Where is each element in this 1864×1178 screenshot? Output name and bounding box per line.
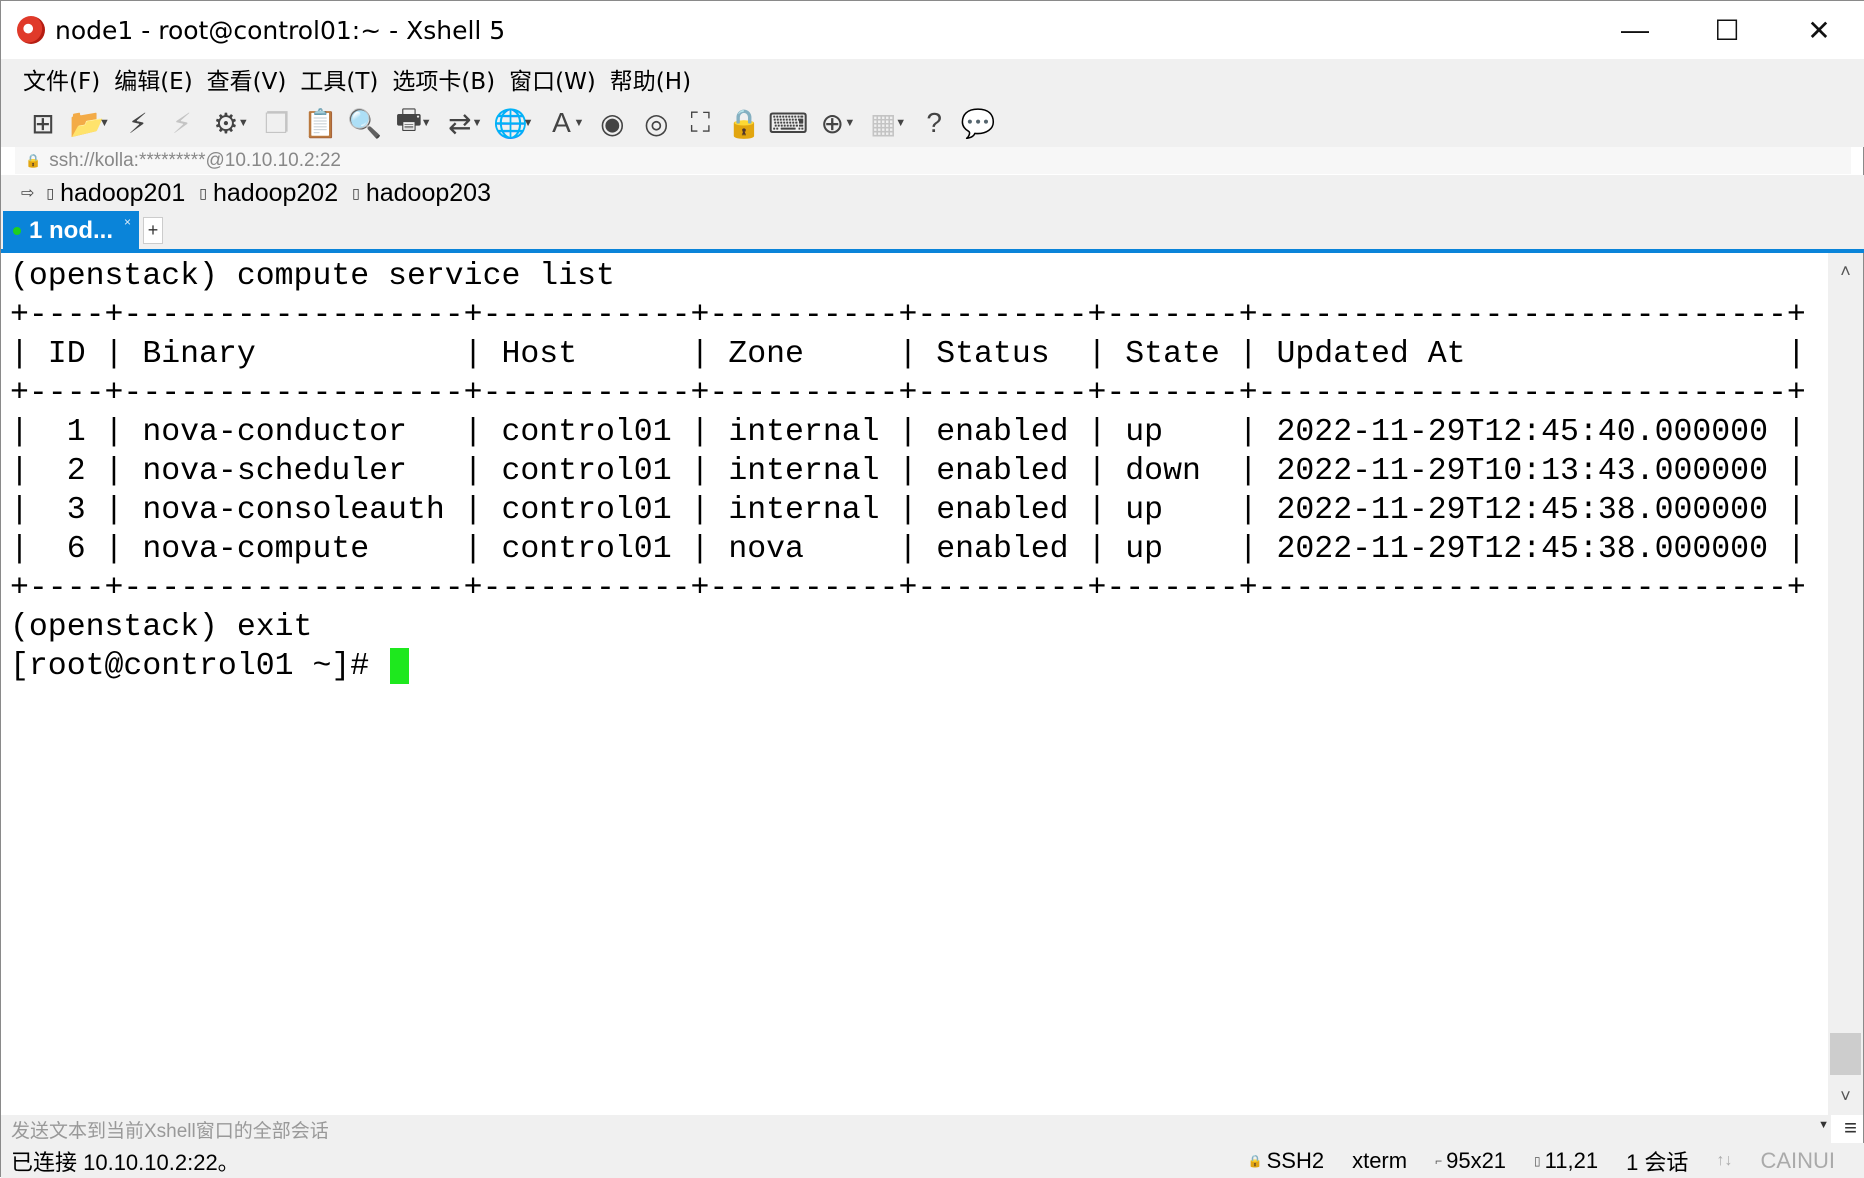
menu-item[interactable]: 工具(T) xyxy=(300,62,378,96)
maximize-button[interactable]: ☐ xyxy=(1681,1,1773,59)
terminal[interactable]: (openstack) compute service list +----+--… xyxy=(1,253,1830,1115)
status-bar: 已连接 10.10.10.2:22。 🔒 SSH2 xterm ⌐ 95x21 ▯ 1… xyxy=(1,1143,1864,1178)
terminal-line: +----+------------------+-----------+---… xyxy=(10,571,1806,606)
menu-item[interactable]: 文件(F) xyxy=(23,62,100,96)
window-title: node1 - root@control01:~ - Xshell 5 xyxy=(55,15,506,45)
title-bar: node1 - root@control01:~ - Xshell 5 — ☐ … xyxy=(1,1,1864,59)
menu-item[interactable]: 选项卡(B) xyxy=(392,62,495,96)
link-label: hadoop201 xyxy=(60,178,186,207)
status-size: 95x21 xyxy=(1446,1147,1507,1173)
lock-icon[interactable]: 🔒 xyxy=(722,103,766,143)
minimize-button[interactable]: — xyxy=(1589,1,1681,59)
links-open-icon[interactable]: ⇨ xyxy=(21,183,34,203)
links-bar: ⇨ ▯ hadoop201 ▯ hadoop202 ▯ hadoop203 xyxy=(1,175,1864,211)
bookmark-icon: ▯ xyxy=(199,184,207,201)
cursor-pos-icon: ▯ xyxy=(1534,1153,1541,1168)
xshell-logo-icon xyxy=(17,16,45,44)
bookmark-icon: ▯ xyxy=(46,184,55,201)
menu-item[interactable]: 查看(V) xyxy=(207,62,287,96)
copy-icon[interactable]: ❐ xyxy=(255,103,299,143)
scroll-thumb[interactable] xyxy=(1830,1033,1861,1075)
connected-dot-icon xyxy=(13,227,21,235)
dropdown-arrow-icon[interactable]: ▼ xyxy=(573,117,584,129)
close-button[interactable]: ✕ xyxy=(1773,1,1864,59)
scroll-up-icon[interactable]: ˄ xyxy=(1828,261,1863,282)
status-term: xterm xyxy=(1352,1147,1408,1173)
status-sessions: 1 会话 xyxy=(1626,1149,1689,1175)
new-tab-button[interactable]: + xyxy=(143,217,163,244)
status-caps: CAINUI xyxy=(1760,1147,1835,1173)
status-connected: 已连接 10.10.10.2:22。 xyxy=(11,1149,240,1175)
chat-icon[interactable]: 💬 xyxy=(956,103,1000,143)
terminal-prompt-line: [root@control01 ~]# xyxy=(10,647,1830,686)
menu-bar: 文件(F) 编辑(E) 查看(V) 工具(T) 选项卡(B) 窗口(W) 帮助(H) xyxy=(1,59,1864,99)
terminal-cursor xyxy=(390,647,410,684)
tab-bar: 1 nod... × + xyxy=(1,211,1864,251)
dropdown-arrow-icon[interactable]: ▼ xyxy=(523,117,534,129)
terminal-line: +----+------------------+-----------+---… xyxy=(10,298,1806,333)
disconnect-icon[interactable]: ⚡ xyxy=(160,103,204,143)
new-session-icon[interactable]: ⊞ xyxy=(21,103,65,143)
dropdown-arrow-icon[interactable]: ▼ xyxy=(844,117,855,129)
link-hadoop203[interactable]: ▯ hadoop203 xyxy=(352,179,491,208)
terminal-line: | 2 | nova-scheduler | control01 | inter… xyxy=(10,454,1806,489)
tab-label: 1 nod... xyxy=(29,217,113,244)
terminal-line: (openstack) exit xyxy=(10,610,313,645)
link-hadoop202[interactable]: ▯ hadoop202 xyxy=(199,179,338,208)
tab-session-1[interactable]: 1 nod... × xyxy=(3,211,139,251)
menu-item[interactable]: 帮助(H) xyxy=(610,62,691,96)
fullscreen-icon[interactable]: ⛶ xyxy=(678,103,722,143)
terminal-line: | 6 | nova-compute | control01 | nova | … xyxy=(10,532,1806,567)
tab-close-icon[interactable]: × xyxy=(124,215,131,229)
help-icon[interactable]: ? xyxy=(912,103,956,143)
reconnect-icon[interactable]: ⚡ xyxy=(116,103,160,143)
keyboard-icon[interactable]: ⌨ xyxy=(766,103,810,143)
terminal-line: (openstack) compute service list xyxy=(10,259,615,294)
link-label: hadoop202 xyxy=(212,178,339,207)
terminal-line: | 3 | nova-consoleauth | control01 | int… xyxy=(10,493,1806,528)
paste-icon[interactable]: 📋 xyxy=(299,103,343,143)
lock-icon: 🔒 xyxy=(25,152,42,168)
terminal-line: | ID | Binary | Host | Zone | Status | S… xyxy=(10,337,1806,372)
compose-dropdown-icon[interactable]: ▼ xyxy=(1818,1119,1829,1131)
dropdown-arrow-icon[interactable]: ▼ xyxy=(421,117,432,129)
bookmark-icon: ▯ xyxy=(352,184,360,201)
address-bar[interactable]: 🔒 ssh://kolla:*********@10.10.10.2:22 xyxy=(15,147,1851,174)
link-hadoop201[interactable]: ▯ hadoop201 xyxy=(46,179,185,208)
status-cursor: 11,21 xyxy=(1544,1147,1599,1173)
terminal-prompt: [root@control01 ~]# xyxy=(10,649,389,684)
lock-icon: 🔒 xyxy=(1247,1153,1263,1168)
menu-item[interactable]: 编辑(E) xyxy=(114,62,192,96)
dropdown-arrow-icon[interactable]: ▼ xyxy=(895,117,906,129)
dropdown-arrow-icon[interactable]: ▼ xyxy=(472,117,483,129)
link-label: hadoop203 xyxy=(365,178,491,207)
compose-menu-icon[interactable]: ≡ xyxy=(1844,1115,1857,1141)
dropdown-arrow-icon[interactable]: ▼ xyxy=(99,117,110,129)
compose-bar-input[interactable]: 发送文本到当前Xshell窗口的全部会话 xyxy=(1,1115,1831,1143)
find-icon[interactable]: 🔍 xyxy=(343,103,387,143)
scroll-down-icon[interactable]: ˅ xyxy=(1828,1086,1863,1107)
address-text: ssh://kolla:*********@10.10.10.2:22 xyxy=(49,149,341,171)
size-icon: ⌐ xyxy=(1435,1153,1443,1168)
menu-item[interactable]: 窗口(W) xyxy=(509,62,596,96)
toolbar: ⊞ 📂 ▼ ⚡ ⚡ ⚙ ▼ ❐ 📋 🔍 🖶 ▼ ⇄ ▼ 🌐 ▼ A ▼ ◉ ◎ ⛶ 🔒 ⌨ ⊕ ▼ ▦ ▼? 💬 xyxy=(1,99,1864,147)
xftp-icon[interactable]: ◉ xyxy=(590,103,634,143)
status-protocol: SSH2 xyxy=(1266,1147,1325,1173)
status-arrows-icon: ↑↓ xyxy=(1716,1151,1733,1169)
terminal-scrollbar[interactable]: ˄ ˅ xyxy=(1828,253,1863,1115)
xmanager-icon[interactable]: ◎ xyxy=(634,103,678,143)
terminal-line: | 1 | nova-conductor | control01 | inter… xyxy=(10,415,1806,450)
terminal-line: +----+------------------+-----------+---… xyxy=(10,376,1806,411)
dropdown-arrow-icon[interactable]: ▼ xyxy=(238,117,249,129)
